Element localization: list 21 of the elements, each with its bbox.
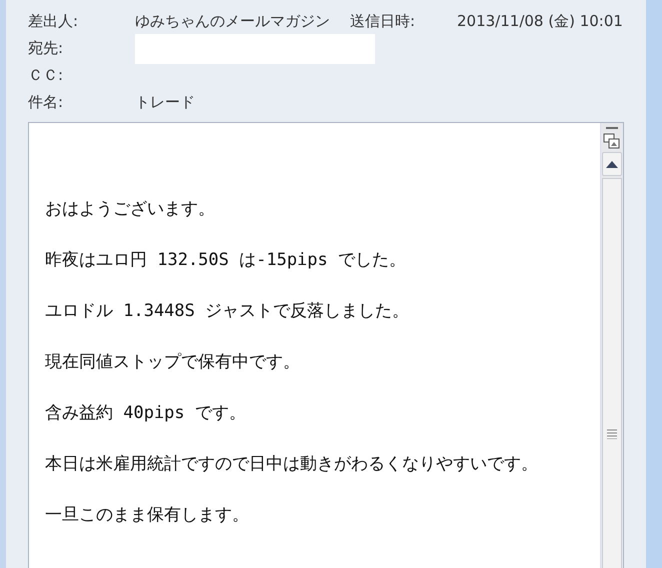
message-paragraph: 本日は米雇用統計ですので日中は動きがわるくなりやすいです。 (45, 453, 539, 476)
scroll-thumb-grip-icon[interactable] (607, 429, 617, 439)
field-label: 宛先: (28, 39, 64, 58)
field-value: 2013/11/08 (金) 10:01 (457, 12, 623, 31)
field-value: トレード (135, 93, 195, 112)
field-label: 件名: (28, 93, 64, 112)
up-arrow-icon (606, 160, 618, 168)
message-paragraph: おはようございます。 (45, 198, 216, 221)
field-value: ゆみちゃんのメールマガジン (135, 12, 330, 31)
message-paragraph: 一旦このまま保有します。 (45, 504, 250, 527)
field-label: 送信日時: (350, 12, 416, 31)
field-label: 差出人: (28, 12, 80, 31)
message-paragraph: 現在同値ストップで保有中です。 (45, 351, 301, 374)
picture-icon[interactable] (603, 132, 621, 150)
scroll-up-button[interactable] (602, 152, 622, 176)
minimize-icon[interactable] (606, 126, 618, 130)
field-label: ＣＣ: (28, 66, 64, 85)
message-paragraph: 含み益約 40pips です。 (45, 402, 247, 425)
scrollbar[interactable] (600, 123, 623, 568)
message-paragraph: ユロドル 1.3448S ジャストで反落しました。 (45, 300, 410, 323)
message-paragraph: 昨夜はユロ円 132.50S は-15pips でした。 (45, 249, 407, 272)
